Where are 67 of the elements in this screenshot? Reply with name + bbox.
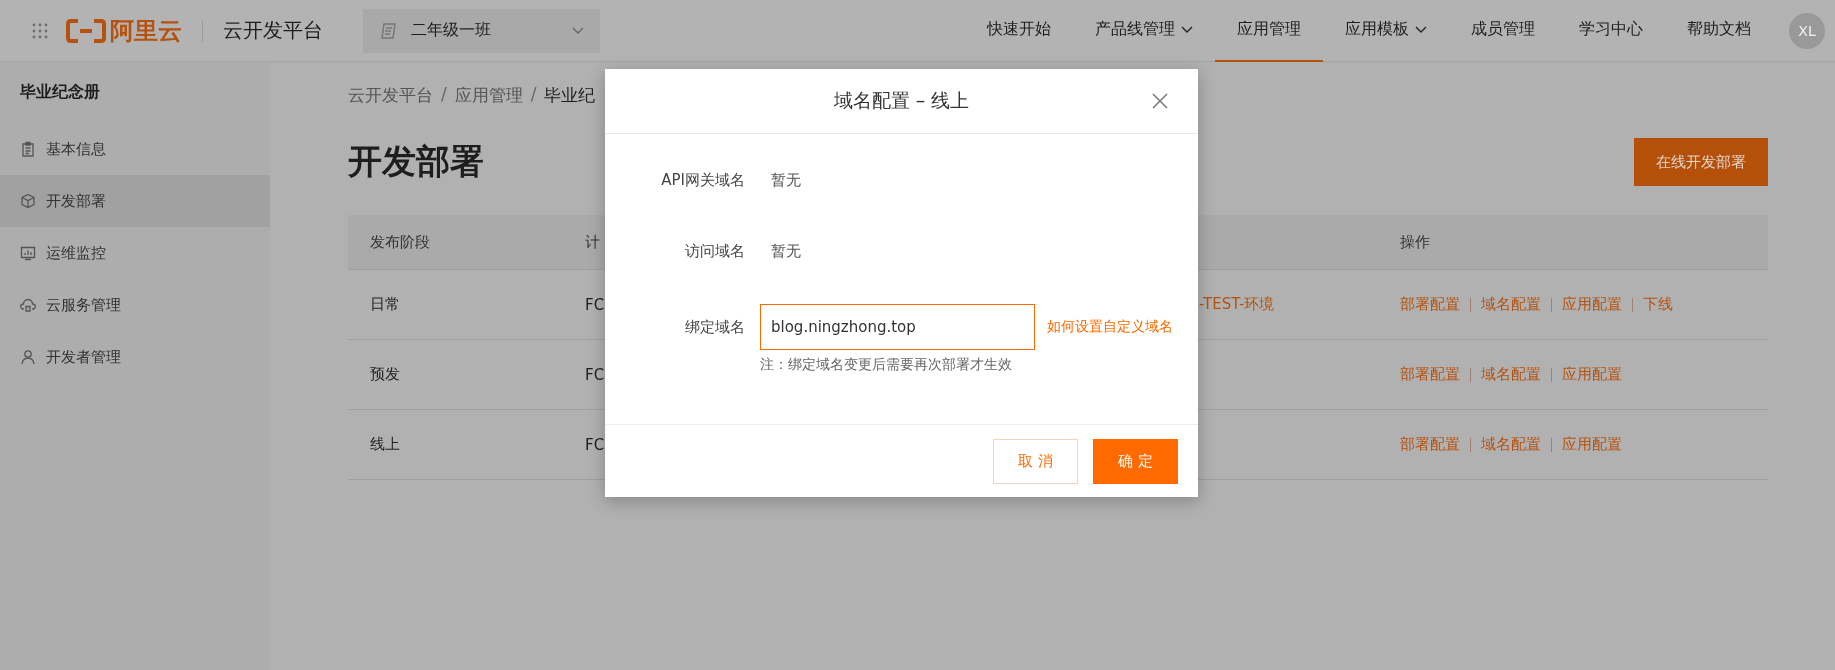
online-deploy-button[interactable]: 在线开发部署 [1634,138,1768,186]
table-cell: FC [585,295,605,314]
action-link[interactable]: 部署配置 [1400,295,1460,314]
cancel-button[interactable]: 取 消 [993,438,1078,484]
breadcrumb-link[interactable]: 应用管理 [454,84,523,107]
table-cell: FC [585,365,605,384]
sidebar-item[interactable]: 开发部署 [0,175,270,227]
nav-menu-item[interactable]: 应用管理 [1215,0,1323,62]
sidebar-item[interactable]: 开发者管理 [0,331,270,383]
logo-text: 阿里云 [110,15,182,47]
help-link[interactable]: 如何设置自定义域名 [1047,318,1173,336]
monitor-icon [20,245,36,261]
field-label: API网关域名 [660,170,745,191]
person-icon [20,349,36,365]
sidebar-item[interactable]: 云服务管理 [0,279,270,331]
product-name: 云开发平台 [223,17,323,44]
user-avatar[interactable]: XL [1789,12,1825,49]
close-icon[interactable] [1152,93,1168,109]
field-value: 暂无 [771,241,801,262]
sidebar-item[interactable]: 运维监控 [0,227,270,279]
action-link[interactable]: 下线 [1643,295,1673,314]
breadcrumb-link[interactable]: 云开发平台 [348,84,433,107]
column-header: 操作 [1400,232,1430,251]
caret-icon [1181,25,1193,34]
environment-link[interactable]: -TEST-环境 [1199,295,1275,313]
nav-menu-item[interactable]: 产品线管理 [1073,0,1215,62]
field-value: 暂无 [771,170,801,191]
action-link[interactable]: 域名配置 [1481,295,1541,314]
column-header: 计 [585,232,600,251]
action-link[interactable]: 部署配置 [1400,435,1460,454]
apps-grid-icon[interactable] [32,22,48,39]
table-cell: 日常 [370,295,400,313]
action-link[interactable]: 部署配置 [1400,365,1460,384]
page-title: 开发部署 [348,140,484,183]
nav-menu-item[interactable]: 学习中心 [1557,0,1665,62]
action-link[interactable]: 应用配置 [1562,295,1622,314]
breadcrumb-separator: / [530,84,537,106]
dialog-title: 域名配置 – 线上 [833,88,970,113]
sidebar-title: 毕业纪念册 [19,81,101,103]
nav-menu-item[interactable]: 成员管理 [1449,0,1557,62]
action-link[interactable]: 域名配置 [1481,365,1541,384]
field-note: 注：绑定域名变更后需要再次部署才生效 [760,356,1013,374]
action-link[interactable]: 应用配置 [1562,365,1622,384]
action-link[interactable]: 应用配置 [1562,435,1622,454]
clipboard-icon [20,141,36,157]
sidebar-item[interactable]: 基本信息 [0,123,270,175]
bracket-logo-icon [66,17,106,44]
nav-menu-item[interactable]: 帮助文档 [1665,0,1773,62]
nav-menu-item[interactable]: 应用模板 [1323,0,1449,62]
notebook-icon [379,20,399,41]
confirm-button[interactable]: 确 定 [1093,438,1178,484]
column-header: 发布阶段 [370,232,430,251]
breadcrumb-link[interactable]: 毕业纪 [544,84,596,107]
action-link[interactable]: 域名配置 [1481,435,1541,454]
breadcrumb-separator: / [441,84,447,106]
table-cell: 线上 [370,435,400,453]
caret-icon [572,26,584,35]
cube-icon [20,193,36,209]
project-select[interactable]: 二年级一班 [363,8,600,53]
table-cell: FC [585,435,605,454]
nav-menu-item[interactable]: 快速开始 [965,0,1073,62]
field-label: 访问域名 [684,241,745,262]
caret-icon [1415,25,1427,34]
domain-input-field[interactable]: blog.ningzhong.top [760,304,1035,350]
field-label: 绑定域名 [684,317,745,338]
cloud-icon [20,297,36,313]
table-cell: 预发 [370,365,400,383]
